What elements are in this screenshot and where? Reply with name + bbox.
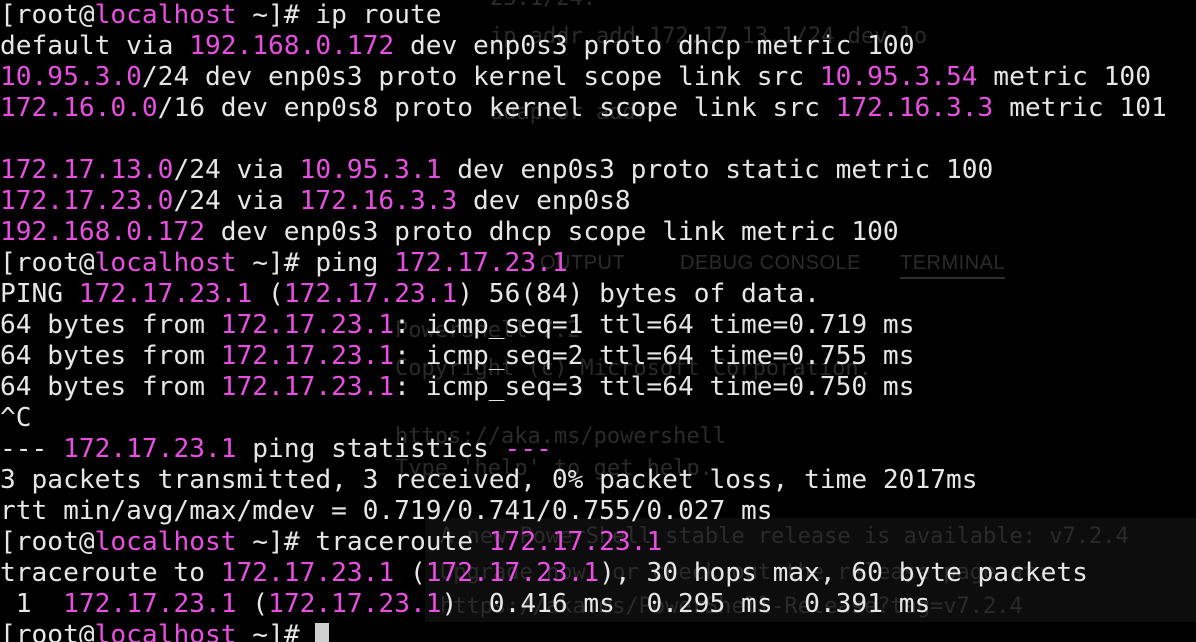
highlighted-text: 172.17.23.1 [394,248,568,278]
highlighted-text: 172.17.23.0 [0,186,174,216]
highlighted-text: localhost [94,620,237,642]
terminal-line: --- 172.17.23.1 ping statistics --- [0,434,1167,465]
terminal-text: /16 dev enp0s8 proto kernel scope link s… [157,93,836,123]
terminal-line: 172.16.0.0/16 dev enp0s8 proto kernel sc… [0,93,1167,124]
terminal-text: ( [252,279,284,309]
terminal-text: : icmp_seq=3 ttl=64 time=0.750 ms [394,372,915,402]
terminal-text: ping statistics [236,434,505,464]
terminal-text: [root@ [0,527,95,557]
terminal-text: PING [0,279,79,309]
highlighted-text: 172.17.23.1 [220,372,395,402]
terminal-text: : icmp_seq=1 ttl=64 time=0.719 ms [394,310,915,340]
terminal-line: [root@localhost ~]# ping 172.17.23.1 [0,248,1167,279]
highlighted-text: 172.17.23.1 [78,279,253,309]
terminal-line: ^C [0,403,1167,434]
terminal-text: ~]# ip route [236,0,442,30]
highlighted-text: 172.17.23.1 [488,527,663,557]
terminal-text: default via [0,31,190,61]
terminal-line: [root@localhost ~]# ip route [0,0,1167,31]
terminal-text: [root@ [0,248,95,278]
terminal-line: [root@localhost ~]# traceroute 172.17.23… [0,527,1167,558]
terminal-window[interactable]: 23.1/24. ip addr add 172.17.13.1/24 dev … [0,0,1196,642]
terminal-text: ) 0.416 ms 0.295 ms 0.391 ms [441,589,931,619]
terminal-line: 172.17.23.0/24 via 172.16.3.3 dev enp0s8 [0,186,1167,217]
highlighted-text: --- [504,434,552,464]
terminal-text: 3 packets transmitted, 3 received, 0% pa… [0,465,978,495]
terminal-line: 10.95.3.0/24 dev enp0s3 proto kernel sco… [0,62,1167,93]
highlighted-text: 172.17.23.1 [425,558,600,588]
highlighted-text: 172.16.3.3 [299,186,458,216]
highlighted-text: 172.17.13.0 [0,155,174,185]
terminal-text: ) 56(84) bytes of data. [457,279,820,309]
terminal-text: dev enp0s3 proto dhcp scope link metric … [204,217,899,247]
highlighted-text: 10.95.3.54 [819,62,978,92]
terminal-text: 64 bytes from [0,341,221,371]
highlighted-text: 172.17.23.1 [283,279,458,309]
highlighted-text: localhost [94,248,237,278]
highlighted-text: 10.95.3.0 [0,62,142,92]
terminal-text: metric 101 [993,93,1167,123]
highlighted-text: 172.17.23.1 [220,341,395,371]
terminal-line: 1 172.17.23.1 (172.17.23.1) 0.416 ms 0.2… [0,589,1167,620]
terminal-text: 64 bytes from [0,310,221,340]
highlighted-text: localhost [94,0,237,30]
terminal-text: ( [394,558,426,588]
terminal-line: rtt min/avg/max/mdev = 0.719/0.741/0.755… [0,496,1167,527]
terminal-line: PING 172.17.23.1 (172.17.23.1) 56(84) by… [0,279,1167,310]
terminal-line: 172.17.13.0/24 via 10.95.3.1 dev enp0s3 … [0,155,1167,186]
terminal-line: 64 bytes from 172.17.23.1: icmp_seq=1 tt… [0,310,1167,341]
terminal-text: ~]# ping [236,248,395,278]
terminal-text: 1 [0,589,64,619]
terminal-text: /24 via [173,155,300,185]
terminal-line: 64 bytes from 172.17.23.1: icmp_seq=3 tt… [0,372,1167,403]
highlighted-text: 172.17.23.1 [63,589,237,619]
terminal-line: traceroute to 172.17.23.1 (172.17.23.1),… [0,558,1167,589]
highlighted-text: 172.17.23.1 [220,558,395,588]
highlighted-text: 172.17.23.1 [268,589,442,619]
terminal-text: : icmp_seq=2 ttl=64 time=0.755 ms [394,341,915,371]
terminal-text: dev enp0s8 [457,186,631,216]
terminal-output: [root@localhost ~]# ip route default via … [0,0,1167,642]
terminal-text: /24 dev enp0s3 proto kernel scope link s… [141,62,820,92]
terminal-text: dev enp0s3 proto static metric 100 [441,155,994,185]
terminal-text: --- [0,434,64,464]
terminal-text: rtt min/avg/max/mdev = 0.719/0.741/0.755… [0,496,773,526]
highlighted-text: 172.16.0.0 [0,93,158,123]
highlighted-text: 172.17.23.1 [220,310,395,340]
terminal-text: ), 30 hops max, 60 byte packets [599,558,1088,588]
terminal-text: ( [236,589,269,619]
terminal-line: 64 bytes from 172.17.23.1: icmp_seq=2 tt… [0,341,1167,372]
terminal-text: ^C [0,403,32,433]
terminal-text: metric 100 [977,62,1151,92]
highlighted-text: localhost [94,527,237,557]
terminal-text: [root@ [0,620,95,642]
terminal-line: default via 192.168.0.172 dev enp0s3 pro… [0,31,1167,62]
highlighted-text: 10.95.3.1 [299,155,442,185]
terminal-cursor[interactable] [315,623,330,642]
highlighted-text: 172.16.3.3 [835,93,994,123]
terminal-line: 3 packets transmitted, 3 received, 0% pa… [0,465,1167,496]
terminal-text: 64 bytes from [0,372,221,402]
terminal-text: dev enp0s3 proto dhcp metric 100 [394,31,915,61]
terminal-text: ~]# traceroute [236,527,489,557]
terminal-text: ~]# [236,620,316,642]
terminal-text: /24 via [173,186,300,216]
highlighted-text: 192.168.0.172 [0,217,205,247]
highlighted-text: 192.168.0.172 [189,31,395,61]
highlighted-text: 172.17.23.1 [63,434,237,464]
terminal-line: 192.168.0.172 dev enp0s3 proto dhcp scop… [0,217,1167,248]
terminal-text: traceroute to [0,558,221,588]
terminal-text: [root@ [0,0,95,30]
terminal-line: [root@localhost ~]# [0,620,1167,642]
